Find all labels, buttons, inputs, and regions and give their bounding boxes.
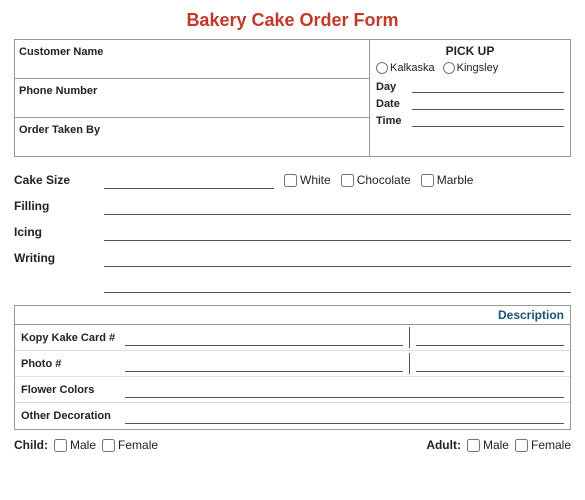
writing-label: Writing bbox=[14, 251, 104, 265]
chocolate-option[interactable]: Chocolate bbox=[341, 173, 411, 187]
white-label: White bbox=[300, 173, 331, 187]
photo-input-right[interactable] bbox=[416, 356, 564, 372]
bottom-section: Child: Male Female Adult: Male Female bbox=[14, 438, 571, 452]
phone-number-input[interactable] bbox=[19, 97, 363, 115]
description-section: Description Kopy Kake Card # Photo # Flo… bbox=[14, 305, 571, 430]
marble-checkbox[interactable] bbox=[421, 174, 434, 187]
day-row: Day bbox=[376, 80, 564, 93]
pickup-section: PICK UP Kalkaska Kingsley Day Date Time bbox=[370, 40, 570, 156]
white-checkbox[interactable] bbox=[284, 174, 297, 187]
other-decoration-label: Other Decoration bbox=[15, 410, 125, 422]
writing-extra-line bbox=[104, 275, 571, 293]
cake-size-input[interactable] bbox=[104, 171, 274, 189]
child-female-checkbox[interactable] bbox=[102, 439, 115, 452]
phone-number-label: Phone Number bbox=[19, 85, 97, 97]
day-input[interactable] bbox=[412, 80, 564, 93]
adult-label: Adult: bbox=[426, 438, 461, 452]
other-decoration-row: Other Decoration bbox=[15, 403, 570, 429]
kopy-kake-input-right[interactable] bbox=[416, 330, 564, 346]
time-label: Time bbox=[376, 115, 408, 127]
flower-colors-row: Flower Colors bbox=[15, 377, 570, 403]
photo-input-left[interactable] bbox=[125, 356, 403, 372]
customer-name-label: Customer Name bbox=[19, 46, 103, 58]
icing-label: Icing bbox=[14, 225, 104, 239]
chocolate-label: Chocolate bbox=[357, 173, 411, 187]
kingsley-option[interactable]: Kingsley bbox=[443, 62, 499, 74]
child-group: Child: Male Female bbox=[14, 438, 158, 452]
description-header: Description bbox=[15, 306, 570, 325]
cake-type-options: White Chocolate Marble bbox=[284, 173, 473, 187]
writing-input-2[interactable] bbox=[104, 275, 571, 293]
date-row: Date bbox=[376, 97, 564, 110]
photo-label: Photo # bbox=[15, 358, 125, 370]
kopy-kake-right bbox=[410, 328, 570, 348]
filling-row: Filling bbox=[14, 197, 571, 215]
order-taken-by-label: Order Taken By bbox=[19, 124, 100, 136]
child-label: Child: bbox=[14, 438, 48, 452]
order-taken-by-row: Order Taken By bbox=[15, 118, 369, 156]
adult-group: Adult: Male Female bbox=[426, 438, 571, 452]
adult-female-option[interactable]: Female bbox=[515, 438, 571, 452]
customer-info-section: Customer Name Phone Number Order Taken B… bbox=[15, 40, 370, 156]
white-option[interactable]: White bbox=[284, 173, 331, 187]
adult-female-checkbox[interactable] bbox=[515, 439, 528, 452]
kingsley-radio[interactable] bbox=[443, 62, 455, 74]
icing-row: Icing bbox=[14, 223, 571, 241]
child-female-label: Female bbox=[118, 438, 158, 452]
child-male-label: Male bbox=[70, 438, 96, 452]
kingsley-label: Kingsley bbox=[457, 62, 499, 74]
page-title: Bakery Cake Order Form bbox=[14, 10, 571, 31]
kopy-kake-input-left[interactable] bbox=[125, 330, 403, 346]
kopy-kake-row: Kopy Kake Card # bbox=[15, 325, 570, 351]
chocolate-checkbox[interactable] bbox=[341, 174, 354, 187]
writing-row-2 bbox=[14, 275, 571, 293]
child-male-option[interactable]: Male bbox=[54, 438, 96, 452]
date-input[interactable] bbox=[412, 97, 564, 110]
cake-section: Cake Size White Chocolate Marble Filling… bbox=[14, 171, 571, 293]
filling-label: Filling bbox=[14, 199, 104, 213]
child-male-checkbox[interactable] bbox=[54, 439, 67, 452]
date-label: Date bbox=[376, 98, 408, 110]
time-input[interactable] bbox=[412, 114, 564, 127]
photo-right bbox=[410, 354, 570, 374]
top-section: Customer Name Phone Number Order Taken B… bbox=[14, 39, 571, 157]
other-decoration-input[interactable] bbox=[125, 408, 564, 424]
adult-male-label: Male bbox=[483, 438, 509, 452]
day-label: Day bbox=[376, 81, 408, 93]
kalkaska-radio[interactable] bbox=[376, 62, 388, 74]
pickup-title: PICK UP bbox=[376, 44, 564, 58]
icing-input[interactable] bbox=[104, 223, 571, 241]
flower-colors-label: Flower Colors bbox=[15, 384, 125, 396]
time-row: Time bbox=[376, 114, 564, 127]
adult-male-option[interactable]: Male bbox=[467, 438, 509, 452]
filling-input[interactable] bbox=[104, 197, 571, 215]
adult-female-label: Female bbox=[531, 438, 571, 452]
marble-label: Marble bbox=[437, 173, 474, 187]
phone-number-row: Phone Number bbox=[15, 79, 369, 118]
writing-input-1[interactable] bbox=[104, 249, 571, 267]
location-radio-row: Kalkaska Kingsley bbox=[376, 62, 564, 74]
writing-section: Writing bbox=[14, 249, 571, 293]
flower-colors-input[interactable] bbox=[125, 382, 564, 398]
adult-male-checkbox[interactable] bbox=[467, 439, 480, 452]
marble-option[interactable]: Marble bbox=[421, 173, 474, 187]
kopy-kake-label: Kopy Kake Card # bbox=[15, 332, 125, 344]
writing-row-1: Writing bbox=[14, 249, 571, 267]
customer-name-input[interactable] bbox=[19, 58, 363, 76]
kalkaska-label: Kalkaska bbox=[390, 62, 435, 74]
kalkaska-option[interactable]: Kalkaska bbox=[376, 62, 435, 74]
order-taken-by-input[interactable] bbox=[19, 136, 363, 154]
cake-size-row: Cake Size White Chocolate Marble bbox=[14, 171, 571, 189]
cake-size-label: Cake Size bbox=[14, 173, 104, 187]
customer-name-row: Customer Name bbox=[15, 40, 369, 79]
child-female-option[interactable]: Female bbox=[102, 438, 158, 452]
photo-row: Photo # bbox=[15, 351, 570, 377]
